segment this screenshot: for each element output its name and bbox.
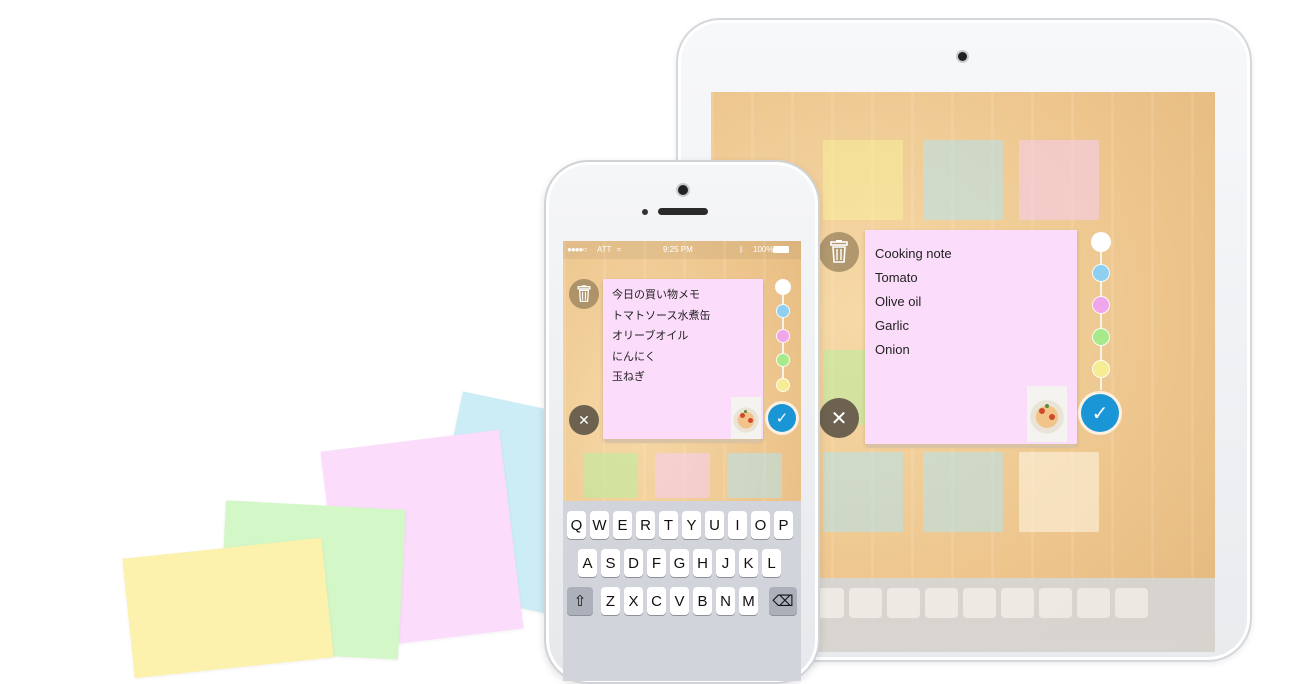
key-g[interactable]: G — [670, 549, 689, 577]
color-swatch-green[interactable] — [1092, 328, 1110, 346]
color-swatch-yellow[interactable] — [1092, 360, 1110, 378]
note-line: 今日の買い物メモ — [612, 289, 700, 301]
color-swatch-pink[interactable] — [776, 329, 790, 343]
color-swatch-white[interactable] — [1091, 232, 1111, 252]
shift-key[interactable]: ⇧ — [567, 587, 593, 615]
note-line: オリーブオイル — [612, 330, 689, 342]
background-note — [655, 453, 710, 498]
iphone-screen: ●●●●○ ATT ≈ 9:25 PM ᛒ 100% ✕ 今日の買い物メモ トマ… — [563, 241, 801, 681]
signal-icon: ●●●●○ — [567, 245, 587, 254]
iphone-device: ●●●●○ ATT ≈ 9:25 PM ᛒ 100% ✕ 今日の買い物メモ トマ… — [544, 160, 820, 684]
checkmark-icon: ✓ — [775, 410, 789, 427]
note-line: にんにく — [612, 350, 656, 363]
key-k[interactable]: K — [739, 549, 758, 577]
key-o[interactable]: O — [751, 511, 770, 539]
checkmark-icon: ✓ — [1091, 402, 1109, 425]
battery-icon — [773, 246, 789, 253]
note-line: Garlic — [875, 318, 909, 333]
cancel-button[interactable]: ✕ — [569, 405, 599, 435]
key[interactable] — [1115, 588, 1148, 618]
background-note — [823, 140, 903, 220]
trash-icon — [830, 240, 848, 263]
background-note — [923, 452, 1003, 532]
ipad-camera — [958, 52, 967, 61]
keyboard: Q W E R T Y U I O P A S D F G H J K L ⇧ … — [563, 501, 801, 681]
delete-button[interactable] — [819, 232, 859, 272]
note-line: Olive oil — [875, 294, 922, 309]
backspace-icon: ⌫ — [772, 593, 794, 610]
color-swatch-blue[interactable] — [1092, 264, 1110, 282]
trash-icon — [577, 285, 591, 302]
key-l[interactable]: L — [762, 549, 781, 577]
key-i[interactable]: I — [728, 511, 747, 539]
wifi-icon: ≈ — [617, 245, 622, 254]
key-x[interactable]: X — [624, 587, 643, 615]
pizza-photo[interactable] — [731, 397, 761, 439]
key-y[interactable]: Y — [682, 511, 701, 539]
key[interactable] — [1077, 588, 1110, 618]
key[interactable] — [887, 588, 920, 618]
key-z[interactable]: Z — [601, 587, 620, 615]
note-line: トマトソース水煮缶 — [612, 309, 711, 322]
background-note — [583, 453, 638, 498]
edit-note[interactable]: 今日の買い物メモ トマトソース水煮缶 オリーブオイル にんにく 玉ねぎ — [603, 279, 763, 439]
bluetooth-icon: ᛒ — [739, 245, 744, 254]
key-e[interactable]: E — [613, 511, 632, 539]
confirm-button[interactable]: ✓ — [768, 404, 796, 432]
pizza-photo[interactable] — [1027, 386, 1067, 442]
confirm-button[interactable]: ✓ — [1081, 394, 1119, 432]
edit-note[interactable]: Cooking note Tomato Olive oil Garlic Oni… — [865, 230, 1077, 444]
background-note — [1019, 452, 1099, 532]
background-note — [727, 453, 782, 498]
key-d[interactable]: D — [624, 549, 643, 577]
iphone-camera — [678, 185, 688, 195]
key-v[interactable]: V — [670, 587, 689, 615]
iphone-sensor — [642, 209, 648, 215]
note-line: Tomato — [875, 270, 918, 285]
shift-icon: ⇧ — [573, 593, 587, 610]
color-swatch-blue[interactable] — [776, 304, 790, 318]
clock: 9:25 PM — [663, 245, 693, 254]
note-line: Cooking note — [875, 246, 952, 261]
key-b[interactable]: B — [693, 587, 712, 615]
iphone-speaker — [658, 208, 708, 215]
status-bar: ●●●●○ ATT ≈ 9:25 PM ᛒ 100% — [563, 241, 801, 259]
color-swatch-pink[interactable] — [1092, 296, 1110, 314]
key-j[interactable]: J — [716, 549, 735, 577]
key[interactable] — [1001, 588, 1034, 618]
key-q[interactable]: Q — [567, 511, 586, 539]
key-p[interactable]: P — [774, 511, 793, 539]
key-s[interactable]: S — [601, 549, 620, 577]
key-w[interactable]: W — [590, 511, 609, 539]
key-u[interactable]: U — [705, 511, 724, 539]
key-h[interactable]: H — [693, 549, 712, 577]
carrier-label: ATT — [597, 245, 612, 254]
delete-key[interactable]: ⌫ — [769, 587, 797, 615]
key[interactable] — [925, 588, 958, 618]
close-icon: ✕ — [578, 411, 590, 428]
key[interactable] — [849, 588, 882, 618]
background-note — [1019, 140, 1099, 220]
note-line: 玉ねぎ — [612, 371, 645, 383]
key[interactable] — [963, 588, 996, 618]
color-swatch-green[interactable] — [776, 353, 790, 367]
cancel-button[interactable]: ✕ — [819, 398, 859, 438]
battery-label: 100% — [753, 245, 774, 254]
paper-yellow — [122, 537, 334, 679]
key-n[interactable]: N — [716, 587, 735, 615]
key-r[interactable]: R — [636, 511, 655, 539]
delete-button[interactable] — [569, 279, 599, 309]
color-swatch-white[interactable] — [775, 279, 791, 295]
close-icon: ✕ — [830, 407, 848, 430]
background-note — [923, 140, 1003, 220]
color-swatch-yellow[interactable] — [776, 378, 790, 392]
key[interactable] — [1039, 588, 1072, 618]
key-f[interactable]: F — [647, 549, 666, 577]
key-c[interactable]: C — [647, 587, 666, 615]
key-m[interactable]: M — [739, 587, 758, 615]
background-note — [823, 452, 903, 532]
key-a[interactable]: A — [578, 549, 597, 577]
note-line: Onion — [875, 342, 910, 357]
key-t[interactable]: T — [659, 511, 678, 539]
